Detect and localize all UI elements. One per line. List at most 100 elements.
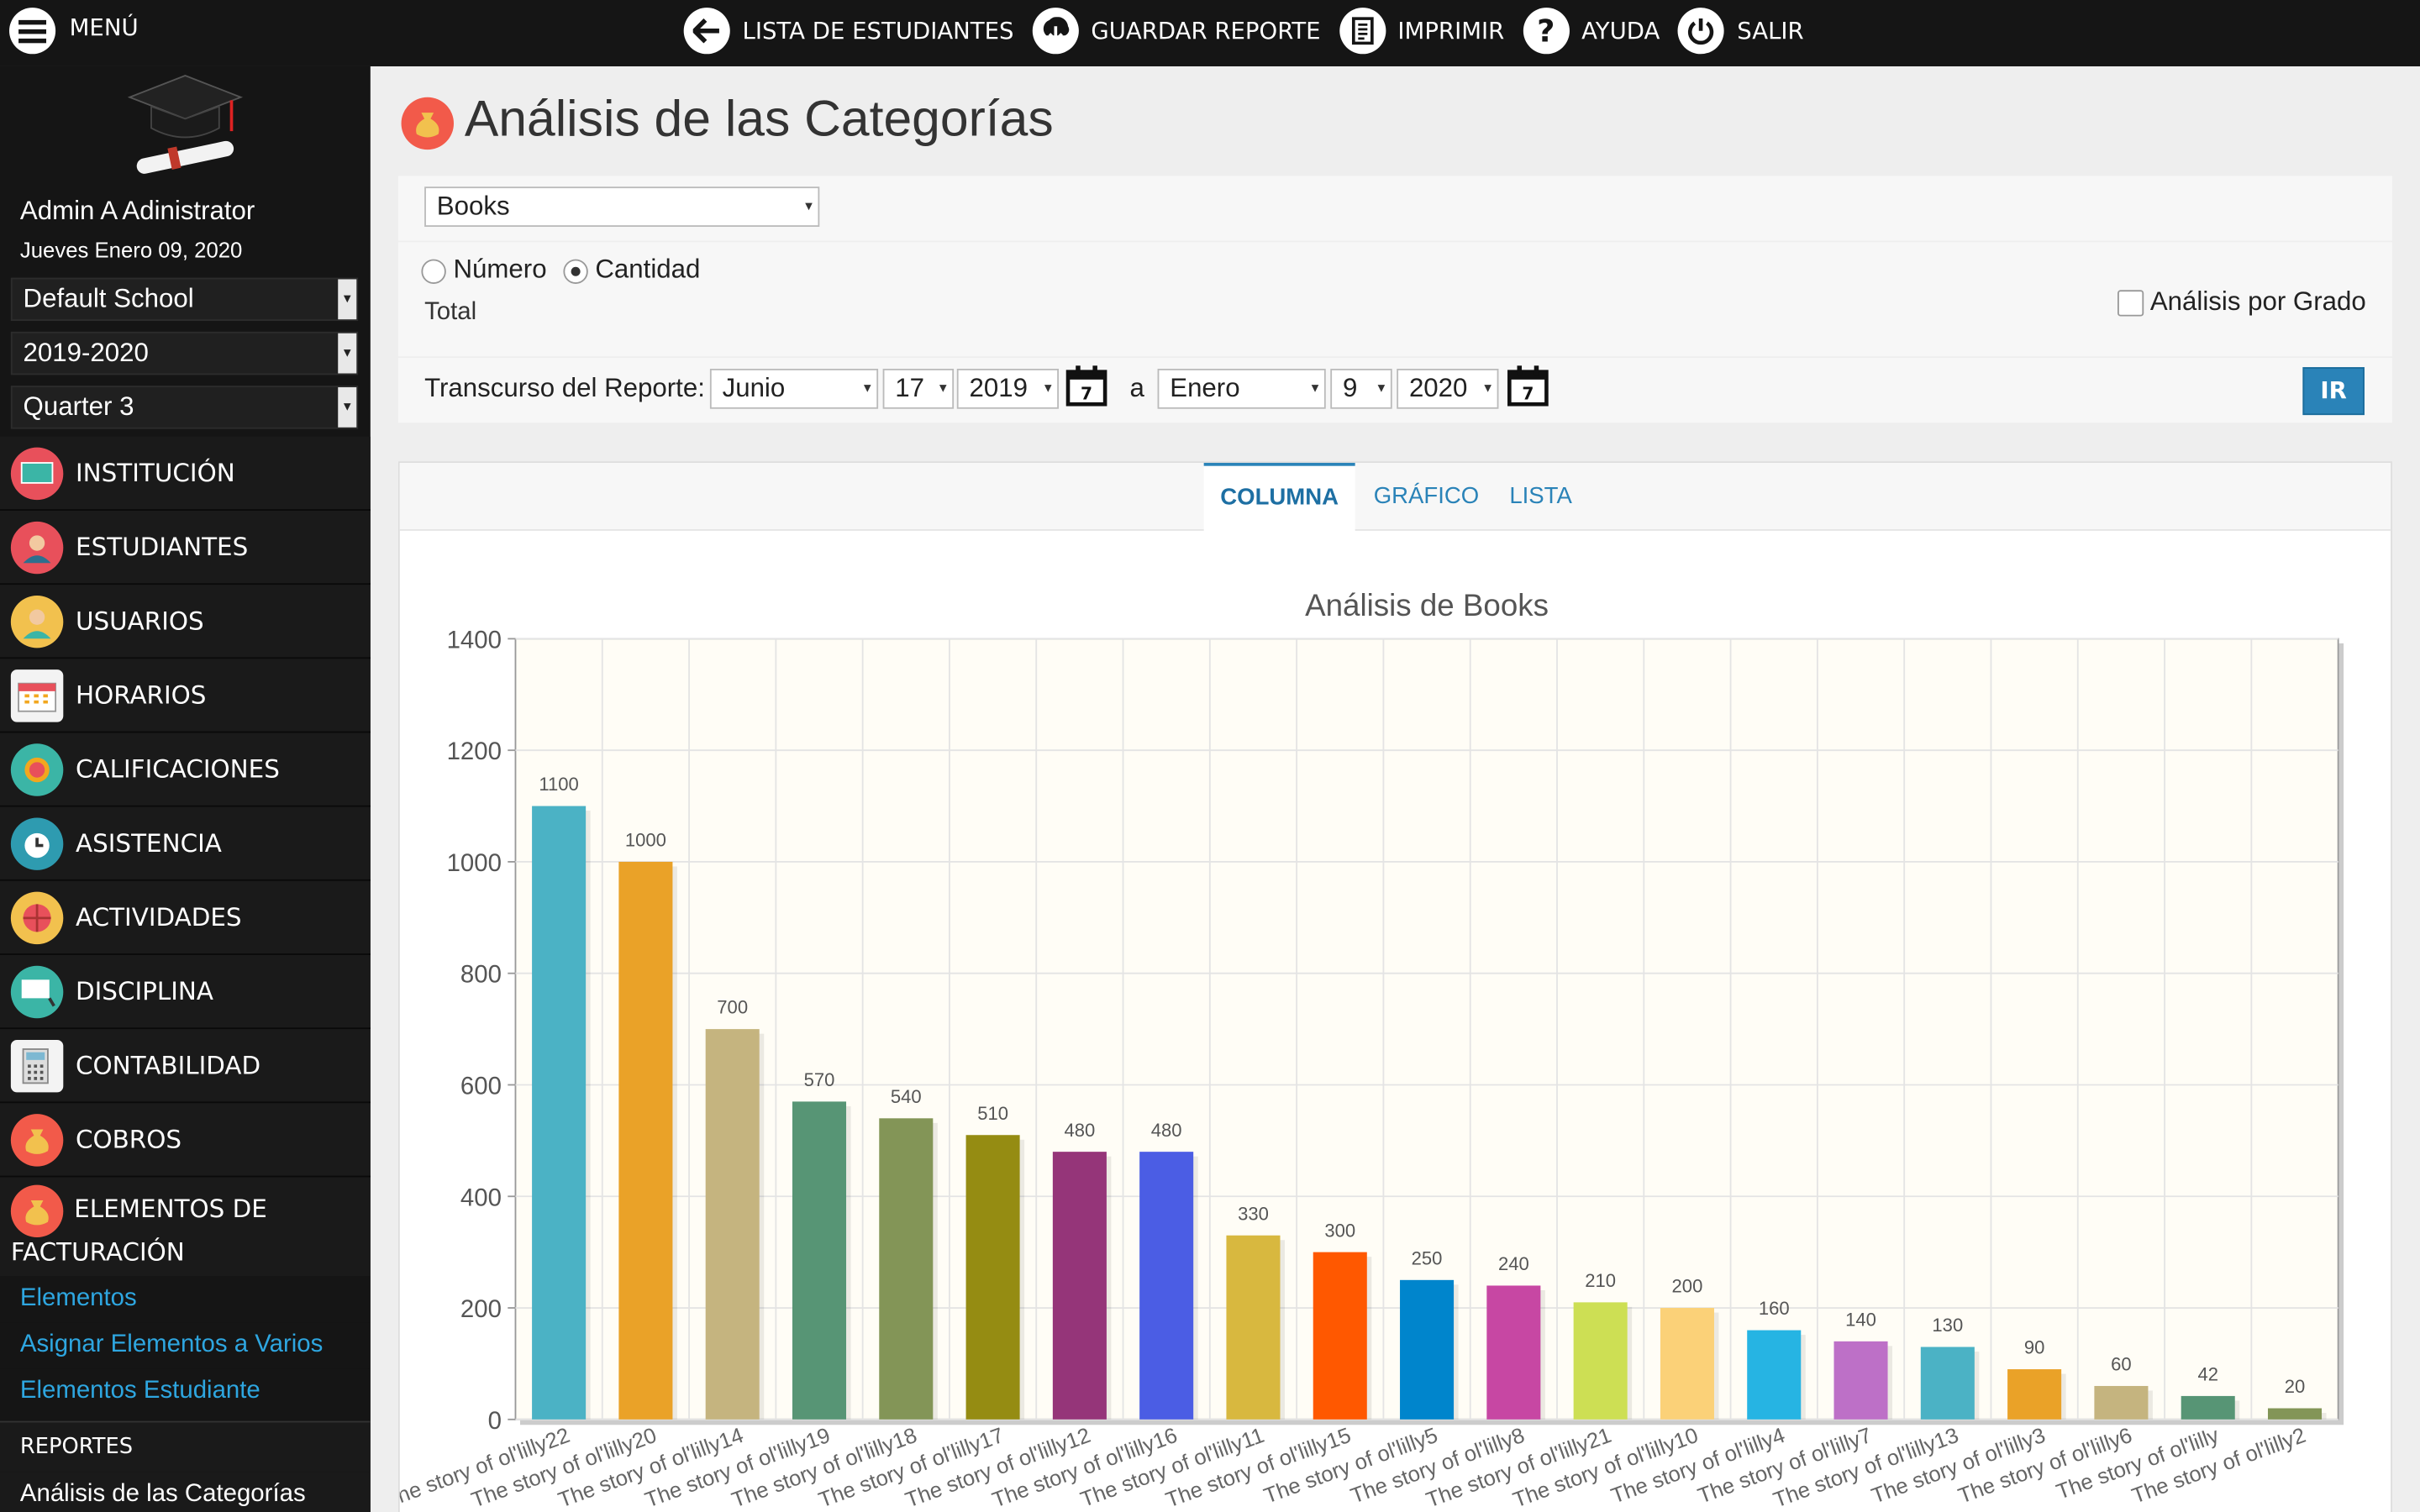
to-month-select[interactable]: Enero ▼ xyxy=(1157,368,1326,409)
sidebar: Admin A Adinistrator Jueves Enero 09, 20… xyxy=(0,66,371,1512)
chevron-down-icon: ▼ xyxy=(338,387,357,428)
sidebar-item-current-report[interactable]: Análisis de las Categorías xyxy=(0,1472,371,1512)
hamburger-icon xyxy=(9,8,56,55)
current-date: Jueves Enero 09, 2020 xyxy=(19,237,243,263)
to-year-select[interactable]: 2020 ▼ xyxy=(1397,368,1499,409)
y-tick-label: 1000 xyxy=(447,849,502,877)
sidebar-item-label: ACTIVIDADES xyxy=(76,902,242,932)
chevron-down-icon: ▼ xyxy=(802,198,815,213)
power-icon xyxy=(1678,8,1725,55)
sidebar-item-label: ASISTENCIA xyxy=(76,828,222,858)
bar-value-label: 160 xyxy=(1759,1298,1790,1319)
bar xyxy=(1833,1341,1888,1420)
bar-value-label: 20 xyxy=(2285,1376,2306,1397)
bar-value-label: 570 xyxy=(804,1069,835,1090)
sidebar-item-calificaciones[interactable]: CALIFICACIONES xyxy=(0,732,371,807)
sidebar-item-institucion[interactable]: INSTITUCIÓN xyxy=(0,436,371,511)
to-day-select[interactable]: 9 ▼ xyxy=(1330,368,1392,409)
sidebar-item-asistencia[interactable]: ASISTENCIA xyxy=(0,806,371,881)
graduation-cap-logo xyxy=(127,75,244,174)
chevron-down-icon: ▼ xyxy=(1375,381,1388,396)
sidebar-nav: INSTITUCIÓN ESTUDIANTES USUARIOS HORARIO… xyxy=(0,436,371,1512)
bar-value-label: 330 xyxy=(1238,1203,1269,1224)
quarter-select-value: Quarter 3 xyxy=(23,391,134,422)
print-label: IMPRIMIR xyxy=(1397,17,1505,45)
money-bag-icon xyxy=(10,1184,64,1238)
sidebar-item-horarios[interactable]: HORARIOS xyxy=(0,659,371,733)
subitem-elementos[interactable]: Elementos xyxy=(0,1275,371,1323)
y-tick-label: 1400 xyxy=(447,626,502,654)
quarter-select[interactable]: Quarter 3 ▼ xyxy=(10,386,359,429)
to-year-value: 2020 xyxy=(1408,373,1468,403)
money-bag-icon xyxy=(401,97,455,150)
save-report-label: GUARDAR REPORTE xyxy=(1091,17,1321,45)
sidebar-item-elementos-facturacion[interactable]: ELEMENTOS DE FACTURACIÓN xyxy=(0,1177,371,1276)
sidebar-item-cobros[interactable]: COBROS xyxy=(0,1103,371,1178)
bar xyxy=(1747,1330,1802,1420)
chevron-down-icon: ▼ xyxy=(1481,381,1494,396)
bar-value-label: 1100 xyxy=(539,774,578,795)
year-select[interactable]: 2019-2020 ▼ xyxy=(10,331,359,375)
from-day-select[interactable]: 17 ▼ xyxy=(882,368,955,409)
subitem-elementos-estudiante[interactable]: Elementos Estudiante xyxy=(0,1368,371,1415)
logout-button[interactable]: SALIR xyxy=(1678,8,1804,55)
sidebar-item-label: HORARIOS xyxy=(76,680,207,710)
bar-value-label: 700 xyxy=(717,997,748,1018)
sidebar-item-usuarios[interactable]: USUARIOS xyxy=(0,585,371,659)
save-report-button[interactable]: GUARDAR REPORTE xyxy=(1032,8,1321,55)
print-icon xyxy=(1339,8,1386,55)
reports-section-header: REPORTES xyxy=(0,1422,371,1473)
bar-value-label: 60 xyxy=(2111,1354,2132,1375)
bar xyxy=(532,806,587,1420)
date-range-row: Transcurso del Reporte: Junio ▼ 17 ▼ 2019 ▼… xyxy=(397,358,2392,423)
subitem-asignar-elementos[interactable]: Asignar Elementos a Varios xyxy=(0,1322,371,1369)
bar-value-label: 140 xyxy=(1845,1309,1876,1330)
radio-numero[interactable] xyxy=(421,258,446,284)
sidebar-item-contabilidad[interactable]: CONTABILIDAD xyxy=(0,1029,371,1104)
svg-text:7: 7 xyxy=(1081,384,1092,404)
calendar-from-icon[interactable]: 7 xyxy=(1065,364,1107,407)
sidebar-item-estudiantes[interactable]: ESTUDIANTES xyxy=(0,510,371,585)
grado-checkbox[interactable] xyxy=(2118,290,2144,317)
divider xyxy=(0,1415,371,1423)
chevron-down-icon: ▼ xyxy=(861,381,874,396)
bar-value-label: 300 xyxy=(1324,1220,1355,1241)
tab-columna[interactable]: COLUMNA xyxy=(1203,463,1355,533)
sidebar-item-label: USUARIOS xyxy=(76,606,204,636)
chart-panel: COLUMNA GRÁFICO LISTA Análisis de Books 0… xyxy=(397,461,2392,1512)
chevron-down-icon: ▼ xyxy=(1041,381,1055,396)
calendar-to-icon[interactable]: 7 xyxy=(1507,364,1549,407)
basketball-icon xyxy=(10,890,64,944)
bar xyxy=(1052,1152,1107,1420)
category-select[interactable]: Books ▼ xyxy=(424,186,820,228)
sidebar-item-label: FACTURACIÓN xyxy=(10,1237,185,1267)
bar-value-label: 200 xyxy=(1672,1276,1703,1297)
bar xyxy=(2267,1408,2323,1420)
bar xyxy=(1920,1347,1975,1420)
sidebar-item-label: DISCIPLINA xyxy=(76,976,213,1006)
sidebar-item-actividades[interactable]: ACTIVIDADES xyxy=(0,880,371,955)
bar-value-label: 480 xyxy=(1065,1120,1096,1141)
bar-chart: Análisis de Books 0 200 400 600 800 1000 1200 14… xyxy=(400,588,2344,1512)
tab-lista[interactable]: LISTA xyxy=(1509,463,1572,529)
go-button[interactable]: IR xyxy=(2302,367,2365,416)
bar xyxy=(792,1101,847,1420)
bar xyxy=(1660,1308,1714,1420)
bar xyxy=(1400,1279,1455,1420)
tab-grafico[interactable]: GRÁFICO xyxy=(1374,463,1480,529)
help-button[interactable]: ? AYUDA xyxy=(1523,8,1660,55)
top-bar: MENÚ LISTA DE ESTUDIANTES GUARDAR REPORT… xyxy=(0,0,2420,66)
sidebar-item-disciplina[interactable]: DISCIPLINA xyxy=(0,954,371,1030)
menu-button[interactable]: MENÚ xyxy=(9,8,139,55)
chevron-down-icon: ▼ xyxy=(338,333,357,374)
from-month-select[interactable]: Junio ▼ xyxy=(709,368,879,409)
y-tick-label: 0 xyxy=(488,1407,502,1435)
student-list-button[interactable]: LISTA DE ESTUDIANTES xyxy=(683,8,1014,55)
y-tick-label: 800 xyxy=(460,961,502,989)
radio-cantidad[interactable] xyxy=(563,258,588,284)
print-button[interactable]: IMPRIMIR xyxy=(1339,8,1505,55)
from-year-select[interactable]: 2019 ▼ xyxy=(956,368,1060,409)
bar xyxy=(879,1118,934,1420)
total-label: Total xyxy=(424,299,477,326)
school-select[interactable]: Default School ▼ xyxy=(10,277,359,322)
